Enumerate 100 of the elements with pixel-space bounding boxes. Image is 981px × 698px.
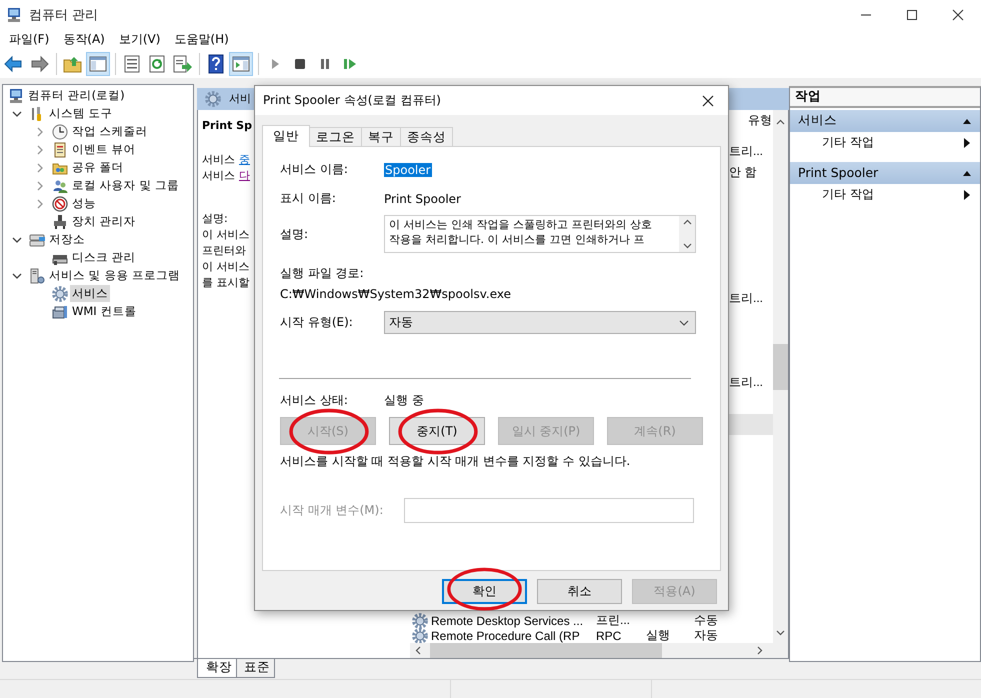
storage-icon	[29, 232, 45, 248]
scroll-down-icon[interactable]	[682, 243, 692, 249]
dialog-button[interactable]: 확인	[442, 579, 527, 604]
column-header[interactable]: 유형	[748, 112, 772, 130]
field-label: 설명:	[280, 226, 310, 242]
table-cell: 수동	[694, 613, 718, 628]
collapsed-chevron-icon[interactable]	[35, 198, 45, 209]
tree-item[interactable]: 컴퓨터 관리(로컬)	[26, 87, 127, 104]
field-label: 표시 이름:	[280, 190, 337, 207]
service-status: 실행 중	[384, 392, 424, 409]
scroll-up-icon[interactable]	[682, 219, 692, 225]
service-title: Print Sp	[202, 118, 252, 134]
window-title: 컴퓨터 관리	[29, 7, 98, 24]
table-cell: 트리...	[729, 374, 764, 391]
link-label: 서비스	[202, 168, 235, 184]
tab[interactable]: 종속성	[400, 127, 453, 146]
vertical-scrollbar[interactable]	[773, 110, 788, 644]
scroll-thumb[interactable]	[430, 643, 662, 658]
table-cell: Remote Procedure Call (RP	[431, 628, 580, 643]
scroll-left-icon[interactable]	[414, 646, 423, 656]
table-cell: Remote Desktop Services ...	[431, 614, 584, 628]
dialog-button[interactable]: 취소	[537, 579, 622, 604]
server-icon	[29, 268, 45, 284]
gear-icon	[412, 628, 428, 644]
service-link[interactable]: 다	[239, 168, 250, 184]
service-link[interactable]: 중	[239, 152, 250, 168]
tree-item[interactable]: 공유 폴더	[70, 159, 126, 176]
tree-item[interactable]: 시스템 도구	[47, 105, 115, 122]
link-label: 서비스	[202, 152, 235, 168]
description-text: 작용을 처리합니다. 이 서비스를 끄면 인쇄하거나 프	[389, 232, 646, 247]
parameters-field[interactable]	[404, 498, 694, 523]
horizontal-scrollbar[interactable]	[410, 643, 788, 658]
description-text: 프린터와	[202, 242, 246, 259]
tree-item[interactable]: 로컬 사용자 및 그룹	[70, 177, 181, 194]
description-text: 이 서비스	[202, 226, 250, 243]
menu-item[interactable]: 동작(A)	[56, 31, 112, 48]
tree-item[interactable]: 성능	[70, 195, 98, 212]
startup-type-dropdown[interactable]: 자동	[384, 311, 696, 334]
tree-item[interactable]: 서비스	[70, 285, 110, 302]
tree-item[interactable]: 저장소	[47, 231, 87, 248]
view-tab[interactable]: 표준	[235, 659, 275, 678]
tree-item[interactable]: 디스크 관리	[70, 249, 138, 266]
expanded-chevron-icon[interactable]	[12, 108, 22, 119]
file-path: C:₩Windows₩System32₩spoolsv.exe	[280, 287, 512, 301]
performance-icon	[52, 196, 68, 212]
wmi-icon	[52, 304, 68, 320]
actions-header: 작업	[790, 88, 980, 108]
tab[interactable]: 일반	[262, 125, 310, 147]
field-label: 시작 유형(E):	[280, 314, 354, 331]
collapsed-chevron-icon[interactable]	[35, 126, 45, 137]
field-label: 시작 매개 변수(M):	[280, 502, 384, 519]
collapsed-chevron-icon[interactable]	[35, 162, 45, 173]
tree-item[interactable]: 작업 스케줄러	[70, 123, 150, 140]
display-name: Print Spooler	[384, 192, 461, 206]
tree-item[interactable]: 서비스 및 응용 프로그램	[47, 267, 182, 284]
field-label: 서비스 이름:	[280, 161, 349, 178]
field-label: 서비스 상태:	[280, 392, 349, 409]
menu-item[interactable]: 파일(F)	[2, 31, 56, 48]
tree-item[interactable]: 이벤트 뷰어	[70, 141, 138, 158]
expanded-chevron-icon[interactable]	[12, 270, 22, 281]
action-item[interactable]: 기타 작업	[790, 132, 980, 154]
section-header[interactable]: 서비스	[790, 110, 980, 132]
table-cell: 트리...	[729, 142, 764, 160]
tree-item[interactable]: WMI 컨트롤	[70, 303, 138, 320]
dialog-title: Print Spooler 속성(로컬 컴퓨터)	[263, 92, 442, 109]
menu-item[interactable]: 보기(V)	[112, 31, 168, 48]
tree-item[interactable]: 장치 관리자	[70, 213, 138, 230]
action-item[interactable]: 기타 작업	[790, 184, 980, 206]
collapse-icon[interactable]	[962, 116, 972, 125]
description-text: 이 서비스	[202, 258, 250, 275]
table-cell: 안 함	[729, 164, 756, 181]
section-header[interactable]: Print Spooler	[790, 162, 980, 184]
scroll-up-icon[interactable]	[776, 118, 785, 127]
control-button[interactable]: 중지(T)	[389, 417, 485, 445]
clock-icon	[52, 124, 68, 140]
tab[interactable]: 복구	[361, 127, 401, 146]
description-label: 설명:	[202, 210, 228, 227]
close-button[interactable]	[952, 9, 964, 21]
collapsed-chevron-icon[interactable]	[35, 180, 45, 191]
collapsed-chevron-icon[interactable]	[35, 144, 45, 155]
gear-icon	[412, 612, 428, 629]
maximize-button[interactable]	[906, 9, 918, 21]
menu-item[interactable]: 도움말(H)	[167, 31, 236, 48]
table-cell: 실행	[646, 628, 670, 642]
table-cell: RPC	[596, 628, 622, 643]
pane-title: 서비	[229, 91, 251, 106]
description-text: 이 서비스는 인쇄 작업을 스풀링하고 프린터와의 상호	[389, 217, 653, 232]
computer-icon	[6, 7, 22, 23]
close-icon[interactable]	[702, 94, 714, 106]
collapse-icon[interactable]	[962, 168, 972, 177]
export-icon[interactable]	[171, 52, 193, 75]
gear-icon	[52, 286, 68, 302]
scroll-thumb[interactable]	[773, 344, 788, 390]
view-tab[interactable]: 확장	[197, 659, 237, 678]
log-icon	[52, 142, 68, 158]
scroll-right-icon[interactable]	[755, 646, 764, 656]
scroll-down-icon[interactable]	[776, 628, 785, 638]
expanded-chevron-icon[interactable]	[12, 234, 22, 245]
device-icon	[52, 214, 68, 230]
submenu-arrow-icon	[964, 190, 970, 200]
